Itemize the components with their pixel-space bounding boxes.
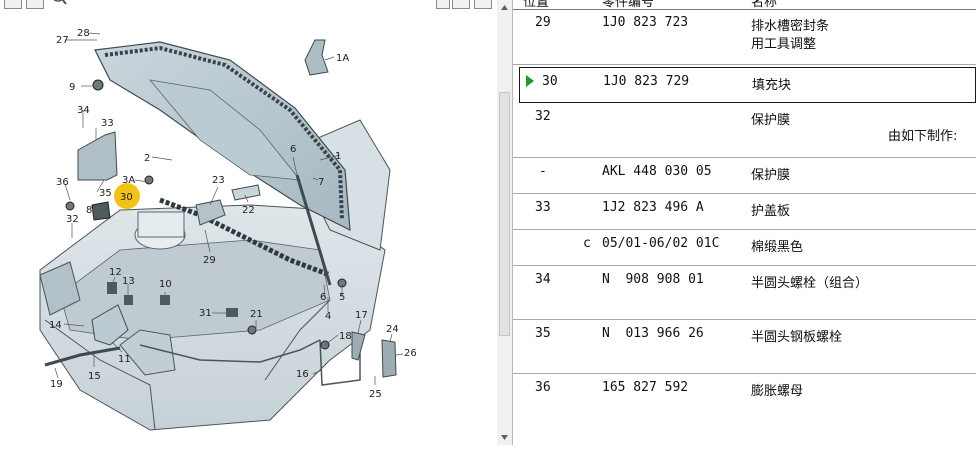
row-position: 36 [535, 380, 551, 395]
table-row[interactable]: c 05/01-06/02 01C 棉缎黑色 [513, 230, 976, 266]
row-position: 32 [535, 109, 551, 124]
list-view-icon[interactable] [474, 0, 492, 9]
row-position: - [539, 164, 547, 179]
row-name: 护盖板 [751, 204, 791, 219]
callout-24: 24 [386, 324, 399, 335]
callout-26: 26 [404, 348, 417, 359]
row-name: 保护膜 [751, 168, 791, 183]
callout-9: 9 [69, 82, 75, 93]
callout-13: 13 [122, 276, 135, 287]
diagram-pane[interactable]: 1 1A 2 3A 4 5 6 6 7 8 9 10 11 12 13 14 1… [0, 0, 498, 445]
table-row[interactable]: 33 1J2 823 496 A 护盖板 [513, 194, 976, 230]
callout-34: 34 [77, 105, 90, 116]
callout-19: 19 [50, 379, 63, 390]
zoom-fit-icon[interactable] [4, 0, 22, 9]
row-name: 棉缎黑色 [751, 240, 804, 255]
zoom-icon[interactable] [26, 0, 44, 9]
vertical-scrollbar[interactable] [497, 0, 513, 445]
row-name: 半圆头钢板螺栓 [751, 330, 843, 345]
exploded-parts-diagram[interactable]: 1 1A 2 3A 4 5 6 6 7 8 9 10 11 12 13 14 1… [0, 0, 497, 445]
row-position: 35 [535, 326, 551, 341]
row-position: 30 [542, 74, 558, 89]
callout-25: 25 [369, 389, 382, 400]
row-part-number: 1J2 823 496 A [602, 200, 704, 215]
callout-8: 8 [86, 205, 92, 216]
callout-30: 30 [120, 192, 133, 203]
callout-15: 15 [88, 371, 101, 382]
row-part-number: 1J0 823 723 [602, 15, 689, 30]
callout-17: 17 [355, 310, 368, 321]
callout-10: 10 [159, 279, 172, 290]
row-part-number: 1J0 823 729 [603, 74, 690, 89]
table-row[interactable]: 34 N 908 908 01 半圆头螺栓（组合） [513, 266, 976, 320]
scroll-up-arrow-icon[interactable] [497, 0, 512, 16]
callout-1a: 1A [336, 53, 349, 64]
callout-12: 12 [109, 267, 122, 278]
row-name-line2: 用工具调整 [751, 37, 817, 52]
row-name: 排水槽密封条 [751, 19, 830, 34]
callout-21: 21 [250, 309, 263, 320]
table-row-selected[interactable]: 30 1J0 823 729 填充块 [519, 67, 976, 103]
row-flag: c [583, 236, 591, 251]
cover-plate-33-drawing [77, 131, 118, 181]
selected-row-arrow-icon [526, 75, 534, 87]
row-name: 填充块 [752, 78, 792, 93]
callout-18: 18 [339, 331, 352, 342]
table-row[interactable]: 35 N 013 966 26 半圆头钢板螺栓 [513, 320, 976, 374]
callout-6-bottom: 6 [320, 292, 326, 303]
row-name: 保护膜 [751, 113, 791, 128]
callout-7: 7 [318, 177, 324, 188]
callout-33: 33 [101, 118, 114, 129]
row-part-number: N 013 966 26 [602, 326, 704, 341]
callout-4: 4 [325, 311, 331, 322]
callout-14: 14 [49, 320, 62, 331]
row-position: 33 [535, 200, 551, 215]
callout-27: 27 [56, 35, 69, 46]
row-part-number: 05/01-06/02 01C [602, 236, 720, 251]
table-row[interactable]: - AKL 448 030 05 保护膜 [513, 158, 976, 194]
table-row[interactable]: 29 1J0 823 723 排水槽密封条 用工具调整 [513, 9, 976, 65]
callout-16: 16 [296, 369, 309, 380]
callout-5: 5 [339, 292, 345, 303]
callout-3a: 3A [122, 175, 135, 186]
row-note: 由如下制作: [888, 129, 958, 144]
callout-2: 2 [144, 153, 150, 164]
table-row[interactable]: 36 165 827 592 膨胀螺母 [513, 374, 976, 445]
callout-22: 22 [242, 205, 255, 216]
row-name: 半圆头螺栓（组合） [751, 276, 869, 291]
row-position: 29 [535, 15, 551, 30]
row-part-number: N 908 908 01 [602, 272, 704, 287]
callout-28: 28 [77, 28, 90, 39]
callout-11: 11 [118, 354, 131, 365]
row-part-number: AKL 448 030 05 [602, 164, 712, 179]
callout-32: 32 [66, 214, 79, 225]
row-position: 34 [535, 272, 551, 287]
callout-31: 31 [199, 308, 212, 319]
callout-29: 29 [203, 255, 216, 266]
parts-table: 位置 零件编号 名称 29 1J0 823 723 排水槽密封条 用工具调整 3… [513, 0, 976, 445]
print-icon[interactable] [452, 0, 470, 9]
callout-6-top: 6 [290, 144, 296, 155]
callout-36: 36 [56, 177, 69, 188]
protective-film-1a-drawing [304, 39, 329, 76]
magnifier-icon[interactable] [49, 0, 69, 9]
scroll-down-arrow-icon[interactable] [497, 429, 512, 445]
table-row[interactable]: 32 保护膜 由如下制作: [513, 103, 976, 158]
scroll-thumb[interactable] [499, 92, 510, 336]
callout-23: 23 [212, 175, 225, 186]
row-part-number: 165 827 592 [602, 380, 689, 395]
callout-1: 1 [335, 151, 341, 162]
parts-catalog-window: 1 1A 2 3A 4 5 6 6 7 8 9 10 11 12 13 14 1… [0, 0, 976, 445]
row-name: 膨胀螺母 [751, 384, 804, 399]
callout-35: 35 [99, 188, 112, 199]
toolbar-separator-icon [436, 0, 450, 9]
